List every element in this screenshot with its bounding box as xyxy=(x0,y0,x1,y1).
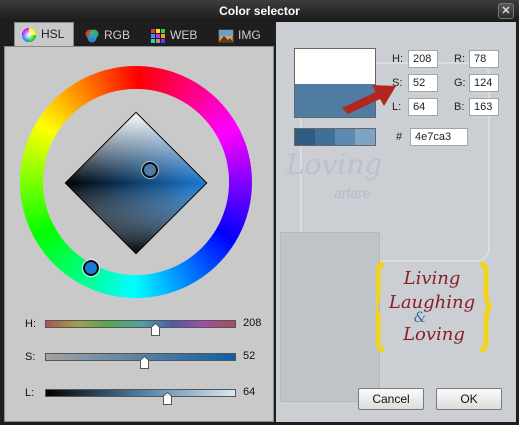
background-script-text: Loving xyxy=(286,148,383,181)
hue-picker-handle[interactable] xyxy=(83,260,99,276)
svg-text:Living: Living xyxy=(403,268,461,289)
image-icon xyxy=(218,29,234,43)
swatch[interactable] xyxy=(315,129,335,145)
saturation-slider-thumb[interactable] xyxy=(139,356,149,369)
svg-text:Loving: Loving xyxy=(402,324,465,345)
tab-rgb[interactable]: RGB xyxy=(78,24,140,48)
s-input[interactable]: 52 xyxy=(408,74,438,92)
g-input[interactable]: 124 xyxy=(469,74,499,92)
g-label: G: xyxy=(454,77,466,89)
lightness-slider-track[interactable] xyxy=(45,389,236,397)
tab-web-label: WEB xyxy=(170,28,198,42)
swatch[interactable] xyxy=(355,129,375,145)
web-palette-icon xyxy=(151,29,165,43)
r-label: R: xyxy=(454,53,465,65)
title-bar: Color selector ✕ xyxy=(0,0,519,22)
hex-input[interactable]: 4e7ca3 xyxy=(410,128,468,146)
lightness-slider-label: L: xyxy=(25,387,35,399)
red-arrow-annotation xyxy=(342,85,396,114)
svg-text:Laughing: Laughing xyxy=(388,292,475,313)
tab-web[interactable]: WEB xyxy=(144,24,208,48)
hue-slider-thumb[interactable] xyxy=(150,323,160,336)
cancel-button[interactable]: Cancel xyxy=(358,388,424,410)
b-label: B: xyxy=(454,101,465,113)
color-swatch-strip[interactable] xyxy=(294,128,376,146)
ok-button[interactable]: OK xyxy=(436,388,502,410)
tab-hsl[interactable]: HSL xyxy=(14,22,74,48)
saturation-slider-label: S: xyxy=(25,351,36,363)
background-text: arfare xyxy=(334,185,371,201)
hex-label: # xyxy=(396,131,403,143)
color-wheel-icon xyxy=(22,28,36,42)
b-input[interactable]: 163 xyxy=(469,98,499,116)
h-input[interactable]: 208 xyxy=(408,50,438,68)
rgb-circles-icon xyxy=(85,29,99,43)
lightness-slider-thumb[interactable] xyxy=(162,392,172,405)
hue-slider-value: 208 xyxy=(243,317,262,329)
tab-img[interactable]: IMG xyxy=(212,24,272,48)
background-box xyxy=(280,232,380,402)
hsl-panel: H: 208 S: 52 L: 64 xyxy=(4,46,274,422)
close-icon[interactable]: ✕ xyxy=(498,3,514,19)
color-selector-window: Color selector ✕ HSL RGB WEB IMG H: 208 … xyxy=(0,0,519,425)
values-panel: Loving arfare Living Laughing & Loving H… xyxy=(276,22,516,422)
sl-picker-handle[interactable] xyxy=(142,162,158,178)
saturation-slider-value: 52 xyxy=(243,350,256,362)
tab-rgb-label: RGB xyxy=(104,28,131,42)
hue-slider-label: H: xyxy=(25,318,36,330)
hue-slider-track[interactable] xyxy=(45,320,236,328)
swatch[interactable] xyxy=(335,129,355,145)
l-input[interactable]: 64 xyxy=(408,98,438,116)
tab-hsl-label: HSL xyxy=(41,27,65,41)
r-input[interactable]: 78 xyxy=(469,50,499,68)
swatch[interactable] xyxy=(295,129,315,145)
h-label: H: xyxy=(392,53,403,65)
tab-img-label: IMG xyxy=(238,28,261,42)
living-laughing-loving-logo: Living Laughing & Loving xyxy=(376,261,492,353)
window-title: Color selector xyxy=(219,4,300,18)
lightness-slider-value: 64 xyxy=(243,386,256,398)
